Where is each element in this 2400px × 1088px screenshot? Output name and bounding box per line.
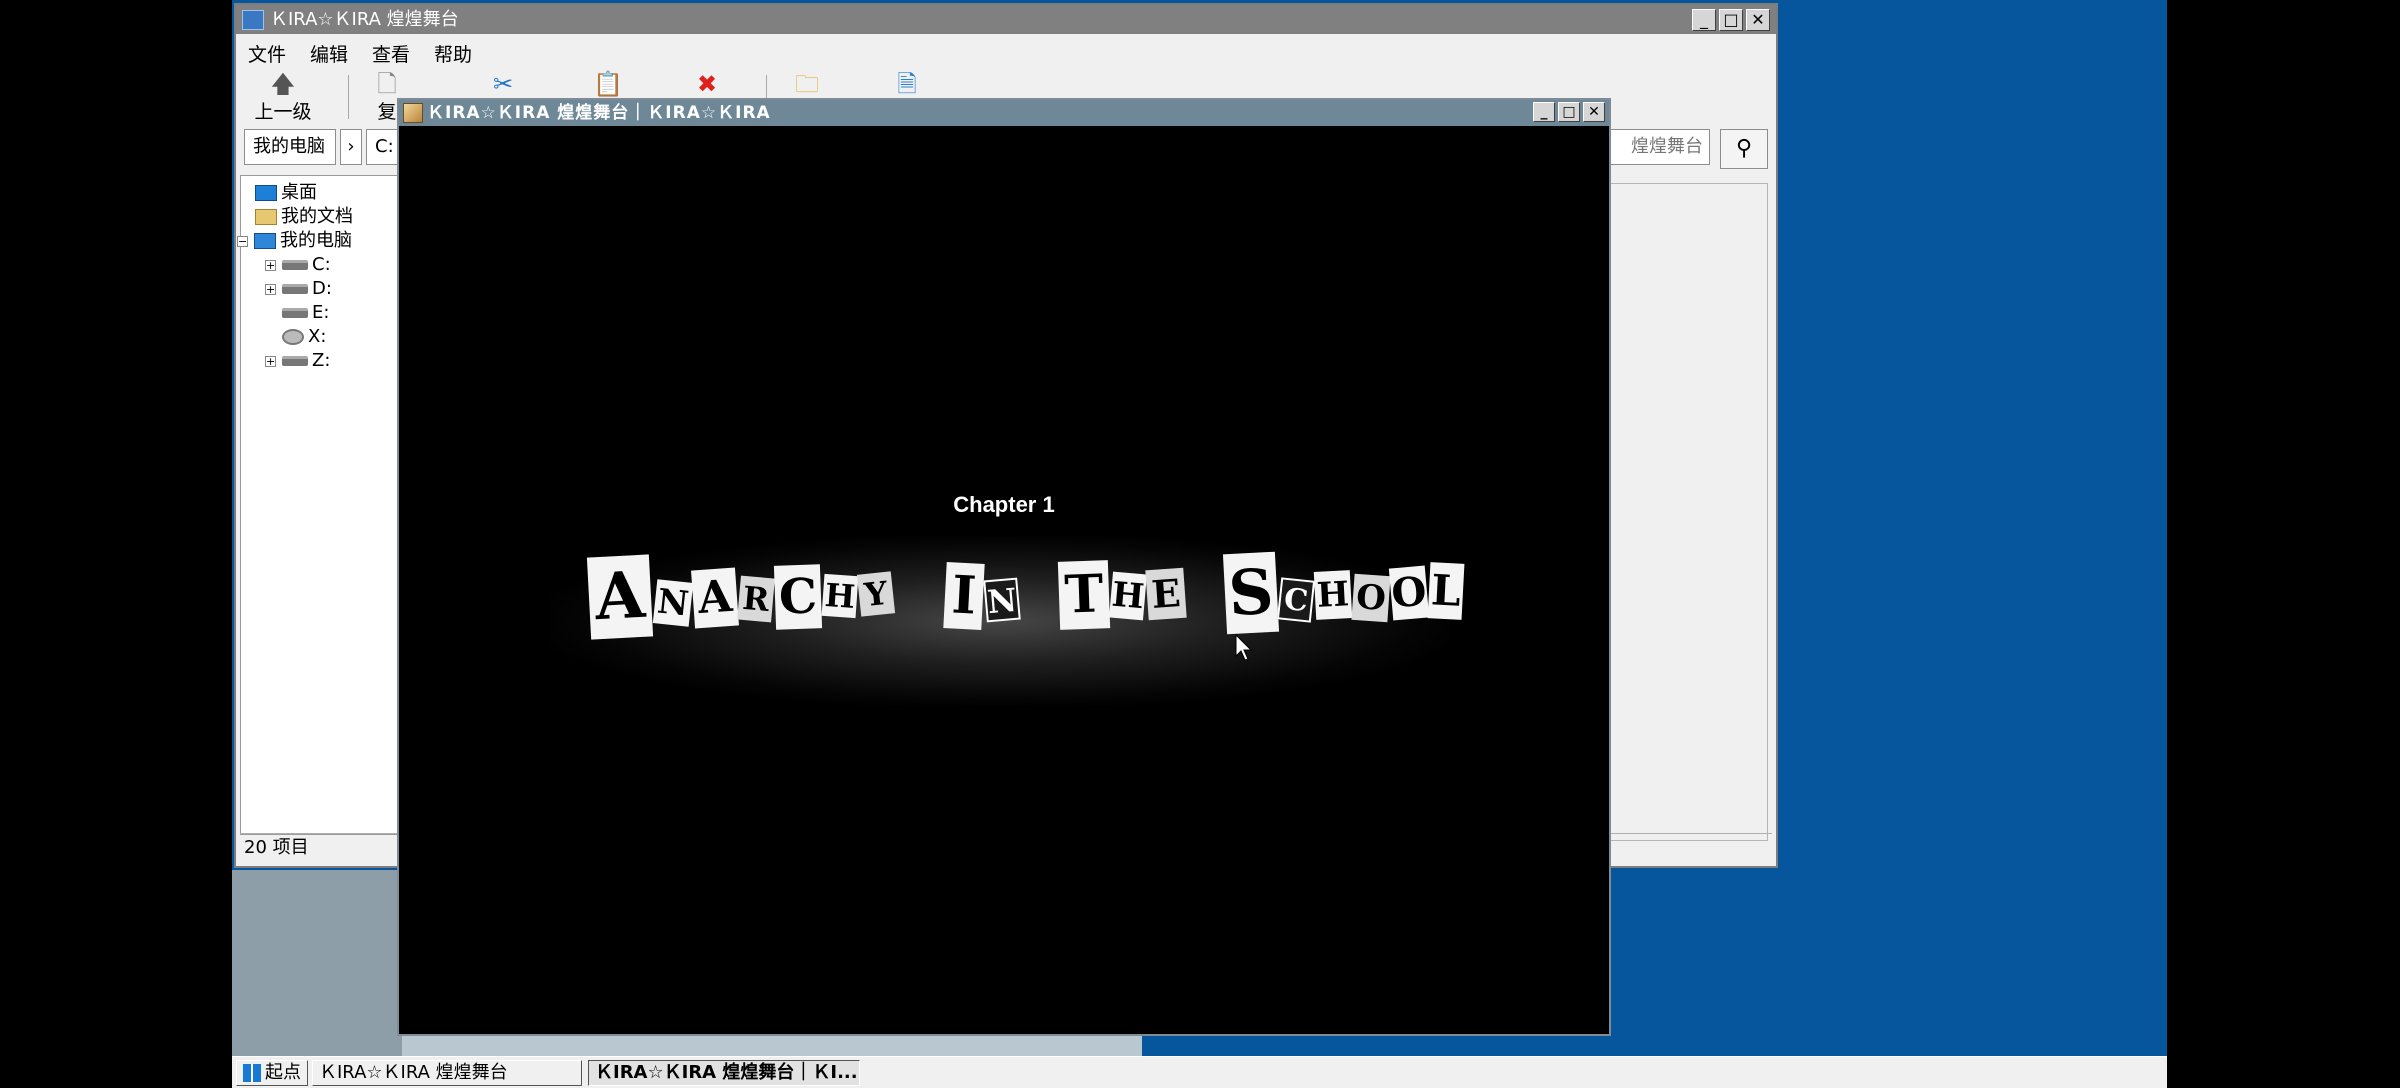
logo-letter: T (1057, 560, 1111, 630)
arrow-up-icon: 🡅 (270, 70, 296, 98)
tree-item-label: D: (312, 278, 332, 299)
logo-letter: Y (856, 571, 896, 617)
minimize-button[interactable]: _ (1533, 102, 1555, 122)
maximize-button[interactable]: □ (1719, 9, 1743, 31)
tree-item-drive-x[interactable]: X: (282, 326, 326, 348)
logo-letter: H (1313, 570, 1353, 620)
menu-edit[interactable]: 编辑 (298, 37, 360, 67)
logo-letter: N (652, 579, 694, 627)
taskbar-item-explorer[interactable]: ＫIRA☆ＫIRA 煌煌舞台 (312, 1060, 582, 1086)
up-button-label: 上一级 (254, 101, 312, 123)
menu-file[interactable]: 文件 (236, 37, 298, 67)
clipboard-icon: 📋 (593, 70, 623, 98)
logo-letter: A (586, 554, 654, 640)
tree-item-label: E: (312, 302, 330, 323)
taskbar: 起点 ＫIRA☆ＫIRA 煌煌舞台 ＫIRA☆ＫIRA 煌煌舞台｜ＫI... (232, 1056, 2167, 1088)
tree-item-drive-z[interactable]: + Z: (265, 350, 330, 372)
network-drive-icon (282, 356, 308, 366)
computer-icon (254, 233, 276, 249)
new-folder-icon: 🗀 (795, 70, 819, 98)
desktop-wallpaper-block (232, 870, 402, 1060)
collapse-icon[interactable]: − (237, 235, 248, 247)
tree-item-label: 我的文档 (281, 206, 353, 227)
tree-item-my-computer[interactable]: − 我的电脑 (237, 230, 352, 252)
tree-item-label: Z: (312, 350, 331, 371)
close-button[interactable]: ✕ (1746, 9, 1770, 31)
copy-button-label: 复 (377, 101, 397, 123)
tree-item-label: X: (308, 326, 327, 347)
hard-drive-icon (282, 284, 308, 294)
breadcrumb-chevron-icon[interactable]: › (340, 129, 362, 165)
search-icon: ⚲ (1735, 136, 1753, 161)
copy-icon: 🗋 (377, 71, 397, 98)
delete-x-icon: ✖ (696, 70, 718, 98)
hard-drive-icon (282, 260, 308, 270)
logo-letter: C (1276, 577, 1316, 623)
menu-view[interactable]: 查看 (360, 37, 422, 67)
expand-icon[interactable]: + (265, 355, 276, 367)
game-title: ＫIRA☆ＫIRA 煌煌舞台｜ＫIRA☆ＫIRA (427, 103, 771, 123)
documents-icon (255, 209, 277, 225)
desktop: ＫIRA☆ＫIRA 煌煌舞台 _ □ ✕ 文件 编辑 查看 帮助 🡅 上一级 🗋… (232, 0, 2167, 1088)
start-icon (243, 1064, 261, 1082)
logo-letter: H (1109, 571, 1147, 621)
close-button[interactable]: ✕ (1583, 102, 1605, 122)
logo-letter: H (821, 573, 859, 619)
menu-help[interactable]: 帮助 (422, 37, 484, 67)
maximize-button[interactable]: □ (1558, 102, 1580, 122)
game-window[interactable]: ＫIRA☆ＫIRA 煌煌舞台｜ＫIRA☆ＫIRA _ □ ✕ Chapter 1… (397, 98, 1611, 1036)
file-list-pane[interactable] (1606, 183, 1768, 841)
tree-item-label: C: (312, 254, 331, 275)
search-input[interactable]: 煌煌舞台 (1600, 129, 1710, 165)
expand-icon[interactable]: + (265, 259, 276, 271)
scissors-icon: ✂ (492, 70, 514, 98)
chapter-title-logo: A N A R C H Y I N T H E S C H O O L (586, 551, 1469, 651)
explorer-titlebar[interactable]: ＫIRA☆ＫIRA 煌煌舞台 _ □ ✕ (236, 5, 1776, 34)
folder-tree[interactable]: 桌面 我的文档 − 我的电脑 + C: + D: E: X: + Z: (237, 175, 400, 835)
game-titlebar[interactable]: ＫIRA☆ＫIRA 煌煌舞台｜ＫIRA☆ＫIRA _ □ ✕ (399, 100, 1609, 126)
toolbar-separator (348, 75, 349, 119)
properties-icon: 🗎 (897, 70, 917, 98)
logo-letter: L (1427, 562, 1465, 620)
logo-letter: R (737, 575, 775, 623)
taskbar-item-game[interactable]: ＫIRA☆ＫIRA 煌煌舞台｜ＫI... (588, 1060, 860, 1086)
logo-letter: C (773, 564, 823, 630)
tree-item-drive-e[interactable]: E: (282, 302, 329, 324)
search-button[interactable]: ⚲ (1720, 129, 1768, 169)
logo-letter: O (1388, 565, 1430, 621)
logo-letter: S (1222, 551, 1280, 635)
expand-icon[interactable]: + (265, 283, 276, 295)
mouse-cursor-icon (1235, 634, 1253, 661)
cd-drive-icon (282, 329, 304, 345)
hard-drive-icon (282, 308, 308, 318)
tree-item-drive-c[interactable]: + C: (265, 254, 331, 276)
desktop-icon (255, 185, 277, 201)
menu-bar: 文件 编辑 查看 帮助 (236, 37, 1776, 67)
tree-item-label: 我的电脑 (280, 230, 352, 251)
logo-letter: E (1145, 567, 1187, 621)
tree-item-drive-d[interactable]: + D: (265, 278, 332, 300)
up-button[interactable]: 🡅 上一级 (248, 71, 318, 123)
logo-letter: N (983, 577, 1021, 623)
game-canvas[interactable]: Chapter 1 A N A R C H Y I N T H E S C H … (399, 126, 1609, 1034)
explorer-title: ＫIRA☆ＫIRA 煌煌舞台 (270, 9, 459, 30)
tree-item-desktop[interactable]: 桌面 (255, 182, 317, 204)
tree-item-label: 桌面 (281, 182, 317, 203)
chapter-heading: Chapter 1 (953, 492, 1055, 517)
start-button[interactable]: 起点 (236, 1060, 308, 1086)
logo-letter: A (691, 567, 739, 629)
minimize-button[interactable]: _ (1692, 9, 1716, 31)
breadcrumb-my-computer[interactable]: 我的电脑 (244, 129, 336, 165)
explorer-app-icon (242, 10, 264, 30)
game-app-icon (403, 103, 423, 123)
start-label: 起点 (265, 1062, 301, 1083)
tree-item-documents[interactable]: 我的文档 (255, 206, 353, 228)
logo-letter: O (1351, 573, 1391, 623)
logo-letter: I (943, 562, 985, 630)
